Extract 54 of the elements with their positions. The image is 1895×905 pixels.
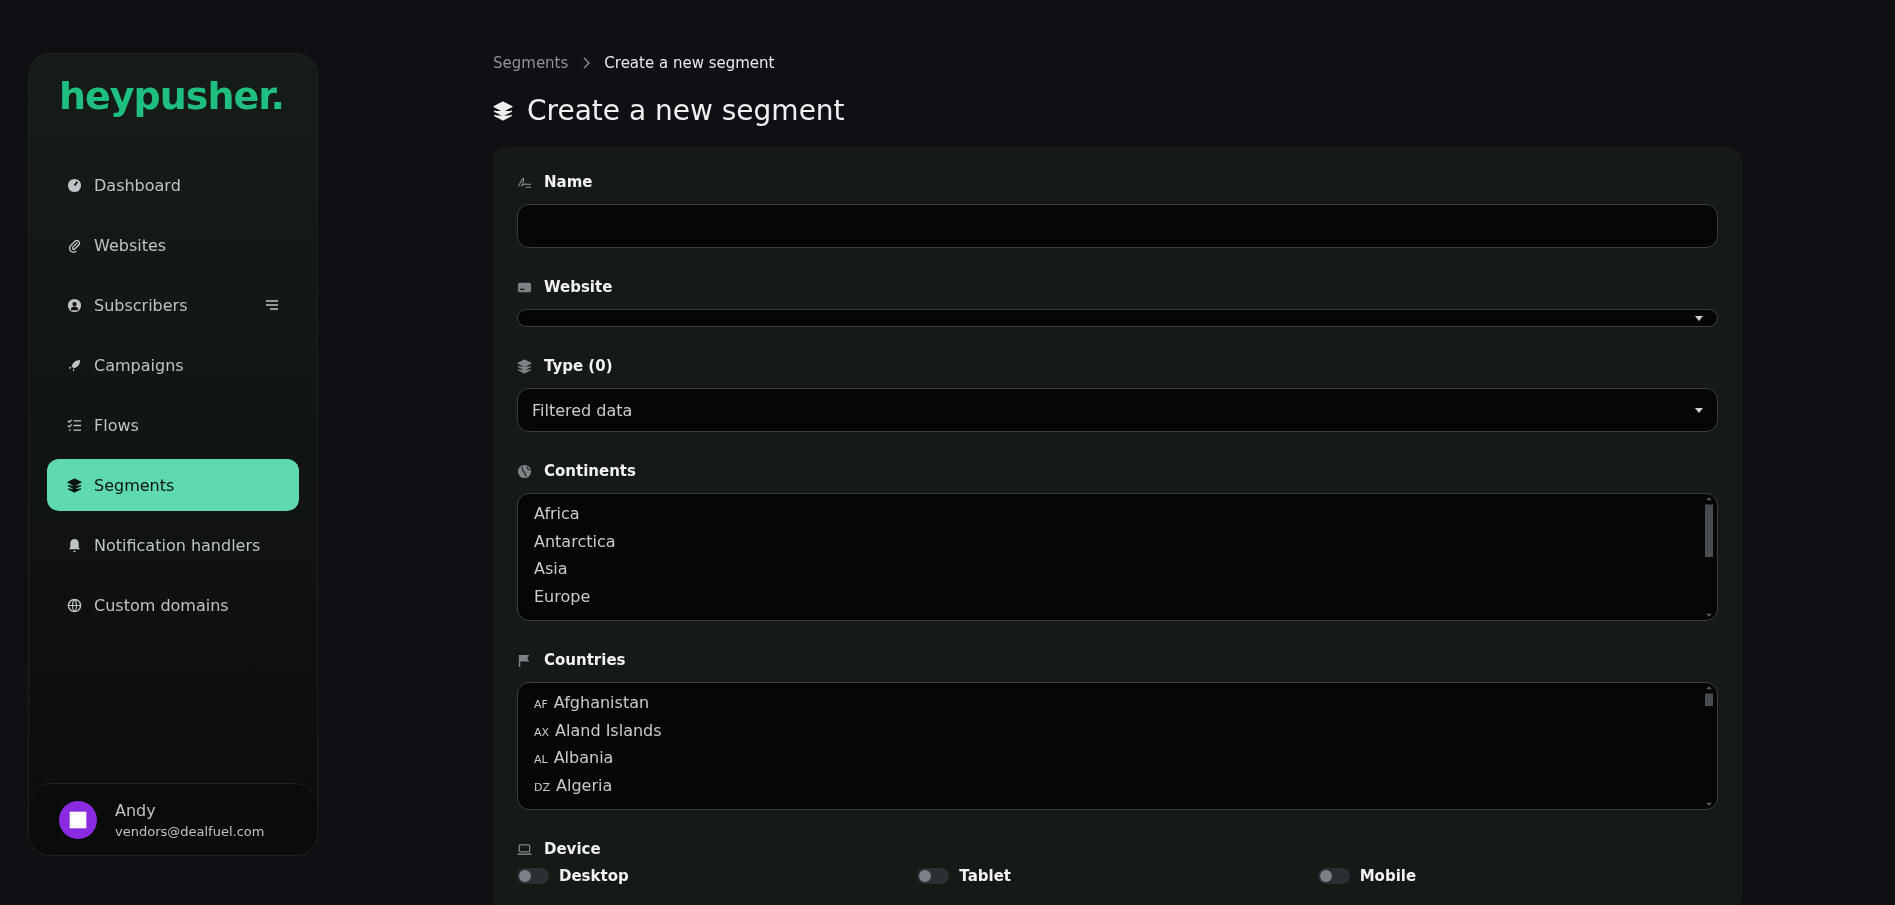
sidebar-item[interactable]: Campaigns — [47, 339, 299, 391]
list-box[interactable]: AF Afghanistan AX Aland Islands AL Albania DZ Algeria — [517, 682, 1718, 810]
caret-icon — [1695, 407, 1703, 413]
user-icon — [67, 297, 82, 313]
device-toggle[interactable]: Tablet — [917, 867, 1318, 885]
list-option[interactable]: AF Afghanistan — [534, 693, 1688, 717]
sidebar-item[interactable]: Websites — [47, 219, 299, 271]
layers-icon — [493, 100, 513, 121]
chevron-right-icon — [582, 57, 591, 69]
list-box[interactable]: Africa Antarctica Asia Europe — [517, 493, 1718, 621]
field-label: Name — [544, 173, 593, 191]
logo: heypusher. — [58, 73, 286, 120]
breadcrumb-link[interactable]: Create a new segment — [604, 54, 775, 72]
paperclip-icon — [67, 237, 82, 253]
select-field[interactable] — [517, 309, 1718, 327]
list-option[interactable]: Europe — [534, 586, 1688, 610]
flag-icon — [517, 652, 532, 668]
page-title: Create a new segment — [527, 94, 845, 127]
laptop-icon — [517, 841, 532, 857]
layers-icon — [517, 358, 532, 374]
name-input[interactable] — [517, 204, 1718, 248]
layers-icon — [67, 477, 82, 493]
list-option[interactable]: Asia — [534, 559, 1688, 583]
field-label: Website — [544, 278, 613, 296]
sidebar-item[interactable]: Dashboard — [47, 159, 299, 211]
user-email: vendors@dealfuel.com — [115, 823, 265, 839]
list-option[interactable]: Antarctica — [534, 531, 1688, 555]
checklist-icon — [67, 417, 82, 433]
menu-icon[interactable] — [265, 299, 279, 311]
globe-icon — [67, 597, 82, 613]
list-option[interactable]: Africa — [534, 504, 1688, 528]
bell-icon — [67, 537, 82, 553]
field-label: Type (0) — [544, 357, 613, 375]
breadcrumb-link[interactable]: Segments — [493, 54, 569, 72]
list-option[interactable]: AL Albania — [534, 748, 1688, 772]
field-label: Countries — [544, 651, 626, 669]
caret-icon — [1695, 315, 1703, 321]
device-toggle[interactable]: Desktop — [517, 867, 918, 885]
user-name: Andy — [115, 800, 157, 820]
gauge-icon — [67, 177, 82, 193]
avatar-icon — [59, 800, 97, 839]
user-card[interactable]: Andy vendors@dealfuel.com — [29, 783, 317, 855]
list-option[interactable]: AX Aland Islands — [534, 720, 1688, 744]
field-label: Device — [544, 840, 601, 858]
sidebar-item[interactable]: Notification handlers — [47, 519, 299, 571]
list-option[interactable]: DZ Algeria — [534, 775, 1688, 799]
select-field[interactable]: Filtered data — [517, 388, 1718, 432]
field-label: Continents — [544, 462, 636, 480]
device-toggle[interactable]: Mobile — [1317, 867, 1718, 885]
sidebar-item[interactable]: Flows — [47, 399, 299, 451]
sidebar-item[interactable]: Custom domains — [47, 579, 299, 631]
sidebar-item[interactable]: Subscribers — [47, 279, 299, 331]
sidebar-item[interactable]: Segments — [47, 459, 299, 511]
globe-icon — [517, 463, 532, 479]
